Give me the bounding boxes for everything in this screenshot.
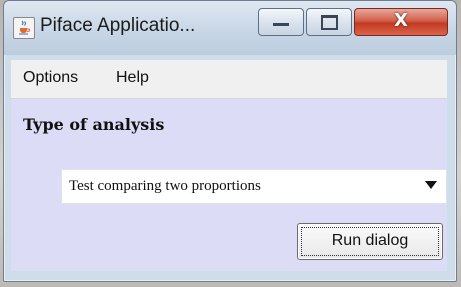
minimize-icon bbox=[273, 23, 289, 26]
analysis-type-select[interactable]: Test comparing two proportions bbox=[61, 169, 447, 204]
menu-options[interactable]: Options bbox=[23, 69, 78, 87]
close-button[interactable]: X bbox=[354, 8, 448, 36]
window-bottom-edge bbox=[11, 271, 447, 275]
menu-help[interactable]: Help bbox=[116, 69, 149, 87]
run-dialog-button[interactable]: Run dialog bbox=[297, 223, 443, 260]
run-dialog-label: Run dialog bbox=[331, 232, 409, 249]
menu-bar: Options Help bbox=[11, 60, 447, 99]
java-cup-icon[interactable] bbox=[13, 17, 35, 39]
app-window: Piface Applicatio... X Options Help Type… bbox=[3, 0, 457, 282]
title-bar[interactable]: Piface Applicatio... X bbox=[4, 1, 456, 55]
minimize-button[interactable] bbox=[258, 8, 304, 36]
window-title: Piface Applicatio... bbox=[40, 15, 196, 36]
analysis-type-selected-value: Test comparing two proportions bbox=[69, 178, 261, 194]
analysis-heading: Type of analysis bbox=[23, 115, 165, 134]
maximize-icon bbox=[321, 15, 338, 30]
close-icon: X bbox=[394, 10, 408, 31]
content-panel: Type of analysis Test comparing two prop… bbox=[11, 99, 447, 271]
maximize-button[interactable] bbox=[306, 8, 352, 36]
dropdown-arrow-icon[interactable] bbox=[425, 181, 437, 189]
